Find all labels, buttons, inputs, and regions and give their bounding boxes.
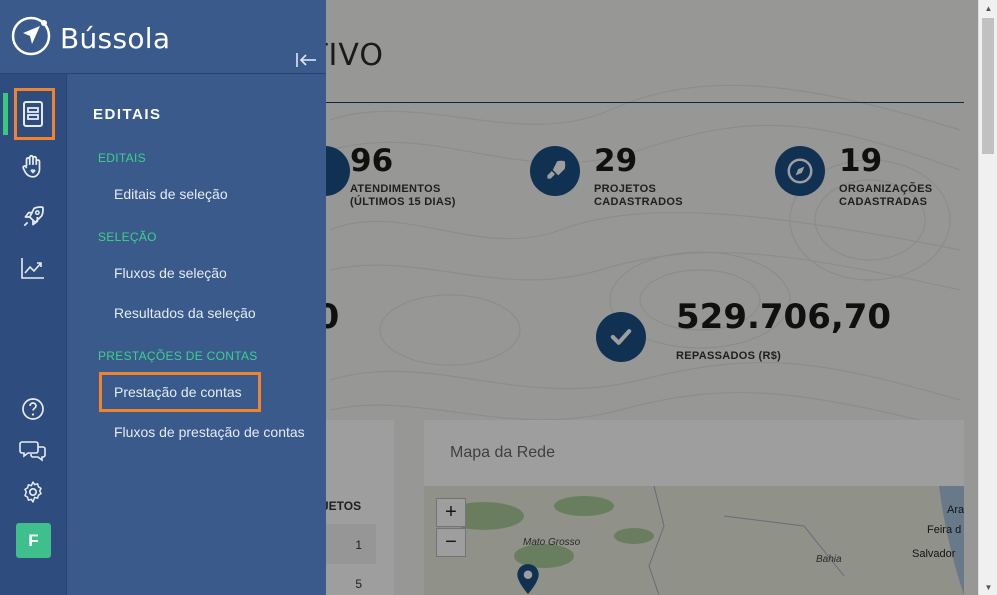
gear-icon — [24, 481, 42, 503]
rail-item-chat[interactable] — [14, 431, 52, 469]
chat-bubbles-icon — [19, 441, 46, 462]
scroll-up-icon[interactable]: ▲ — [979, 0, 997, 16]
editais-highlight — [14, 88, 55, 140]
page-scrollbar[interactable]: ▲ ▼ — [978, 0, 997, 595]
prestacao-highlight — [99, 372, 261, 412]
rail-item-projetos[interactable] — [14, 198, 52, 236]
help-circle-icon — [22, 398, 44, 420]
collapse-sidebar-button[interactable] — [294, 50, 318, 70]
menu-item-editais-de-selecao[interactable]: Editais de seleção — [114, 186, 228, 202]
section-label-selecao: SELEÇÃO — [98, 230, 157, 244]
menu-item-resultados-da-selecao[interactable]: Resultados da seleção — [114, 305, 256, 321]
rail-item-configuracoes[interactable] — [14, 473, 52, 511]
hand-heart-icon — [22, 154, 41, 178]
section-label-prestacoes: PRESTAÇÕES DE CONTAS — [98, 349, 258, 363]
rail-divider — [66, 74, 67, 595]
menu-item-fluxos-de-selecao[interactable]: Fluxos de seleção — [114, 265, 227, 281]
rail-item-indicadores[interactable] — [14, 249, 52, 287]
panel-title: EDITAIS — [93, 106, 162, 123]
rail-item-selecao[interactable] — [14, 147, 52, 185]
scroll-down-icon[interactable]: ▼ — [979, 579, 997, 595]
section-label-editais: EDITAIS — [98, 151, 146, 165]
brand-name[interactable]: Bússola — [60, 22, 170, 55]
rail-item-ajuda[interactable] — [14, 390, 52, 428]
scroll-thumb[interactable] — [982, 18, 994, 154]
menu-item-fluxos-de-prestacao[interactable]: Fluxos de prestação de contas — [114, 424, 305, 440]
compass-logo-icon[interactable] — [11, 16, 51, 56]
submenu-panel — [67, 0, 326, 595]
brand-header: Bússola — [0, 0, 326, 74]
collapse-arrow-icon — [296, 53, 316, 67]
active-indicator — [3, 93, 8, 135]
user-avatar[interactable]: F — [16, 523, 51, 558]
chart-line-icon — [21, 258, 44, 279]
rocket-icon — [23, 206, 44, 227]
